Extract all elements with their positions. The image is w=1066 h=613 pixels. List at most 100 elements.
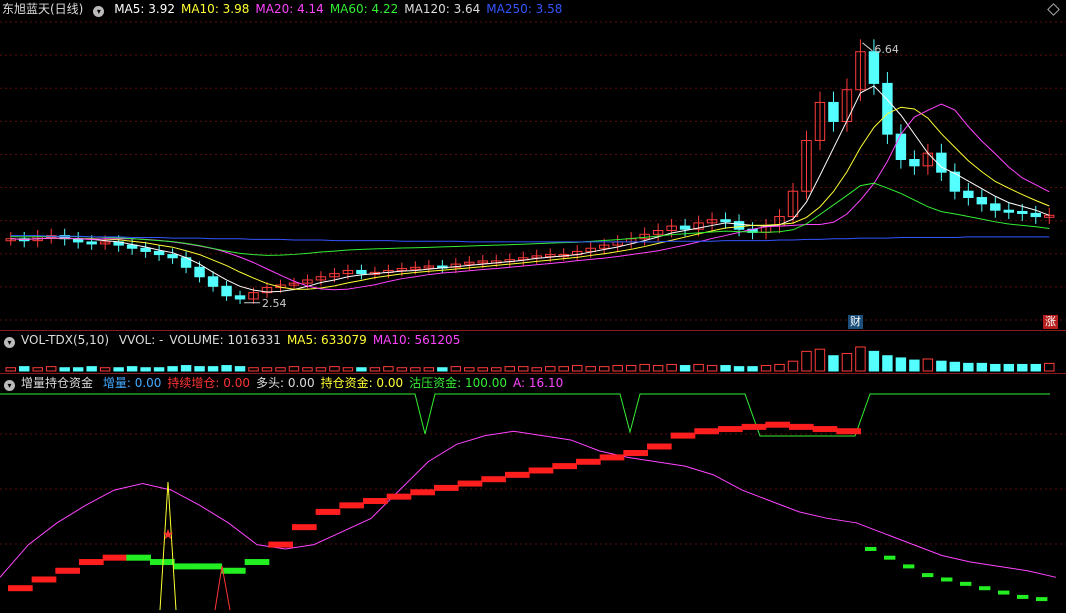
volume-bar [801,350,812,372]
step-block [741,423,767,430]
candle [86,241,97,245]
step-block [268,541,293,548]
ma60-line [10,182,1050,256]
volume-bar [949,361,961,372]
candle [140,247,151,252]
decline-block [922,573,934,578]
pressure-line [0,393,1050,437]
volume-bar [760,365,772,372]
indicator-chart: ★ [0,393,1066,611]
vol-legend: VVOL: - VOLUME: 1016331 MA5: 633079 MA10: 5… [119,333,466,347]
price-chart: 6.64 2.54 [0,21,1066,321]
volume-bar [167,366,178,372]
volume-bar [302,367,313,372]
volume-panel: ▾ VOL-TDX(5,10) VVOL: - VOLUME: 1016331 MA5… [0,331,1066,373]
finance-badge[interactable]: 财 [848,315,863,329]
step-block [765,421,790,428]
volume-bar [922,358,934,372]
ind-legend-item-1: 持续增仓: 0.00 [167,376,250,390]
volume-bar [963,362,974,372]
volume-bar [652,365,664,372]
volume-bar [976,362,988,372]
volume-bar [437,367,448,372]
volume-bar [720,365,731,372]
step-block [836,428,861,435]
volume-bar [693,363,704,372]
ma5-line [10,85,1050,293]
volume-bar [895,357,907,372]
volume-bar [464,367,475,372]
volume-bar [72,367,84,372]
volume-bar [598,366,610,372]
candle [895,133,907,160]
volume-bar [545,366,556,372]
candle [733,221,745,230]
volume-bar [936,360,947,372]
step-block [623,450,648,457]
candle [234,295,246,300]
volume-bar [45,366,57,372]
decline-block [998,590,1010,595]
volume-bar [99,367,111,372]
vol-legend-item-0: VVOL: - [118,333,164,347]
chevron-down-icon[interactable]: ▾ [4,380,15,391]
volume-bar [491,367,502,372]
volume-bar [86,366,97,372]
vol-header: ▾ VOL-TDX(5,10) VVOL: - VOLUME: 1016331 MA5… [0,331,472,349]
low-label: 2.54 [262,297,287,310]
volume-bar [747,366,758,372]
vol-legend-item-2: MA5: 633079 [286,333,367,347]
candle [720,219,731,223]
main-panel: 东旭蓝天(日线) ▾ MA5: 3.92 MA10: 3.98 MA20: 4.14 M… [0,0,1066,330]
candle [1017,210,1028,214]
volume-bar [126,366,138,372]
candle [207,276,219,287]
candle [1030,212,1041,218]
volume-bar [639,363,650,372]
candle [909,158,920,167]
high-label: 6.64 [874,43,899,56]
step-block [528,467,554,474]
step-block [647,443,672,450]
step-block [55,567,80,574]
volume-bar [855,346,866,372]
chevron-down-icon[interactable]: ▾ [4,337,15,348]
volume-bar [194,366,205,372]
volume-bar [248,367,259,372]
volume-bar [383,366,394,372]
volume-bar [558,366,569,372]
decline-block [979,586,991,591]
volume-bar [59,367,70,372]
volume-bar [1030,363,1041,372]
step-block [102,554,128,561]
volume-bar [814,348,826,372]
volume-bar [369,367,381,372]
volume-bar [666,363,677,372]
ind-legend-item-3: 持仓资金: 0.00 [320,376,404,390]
volume-bar [32,367,43,372]
volume-bar [868,350,880,372]
ind-title: 增量持仓资金 [21,376,94,390]
decline-block [865,546,877,551]
step-block [410,489,435,496]
step-block [244,559,270,566]
volume-bar [477,367,489,372]
rise-badge[interactable]: 涨 [1043,315,1058,329]
volume-bar [234,366,246,372]
volume-bar [19,366,30,372]
ind-legend-item-2: 多头: 0.00 [256,376,315,390]
step-block [363,498,388,504]
ind-legend-item-0: 增量: 0.00 [102,376,162,390]
vol-title: VOL-TDX(5,10) [21,333,110,347]
volume-bar [423,367,435,372]
volume-bar [625,365,637,372]
step-block [694,428,719,435]
volume-bar [1003,363,1015,372]
ind-legend-item-5: A: 16.10 [513,376,564,390]
volume-bar [261,367,273,372]
decline-block [903,564,915,569]
step-block [197,563,222,570]
volume-bar [113,367,124,372]
step-block [670,432,696,439]
volume-bar [288,366,300,372]
